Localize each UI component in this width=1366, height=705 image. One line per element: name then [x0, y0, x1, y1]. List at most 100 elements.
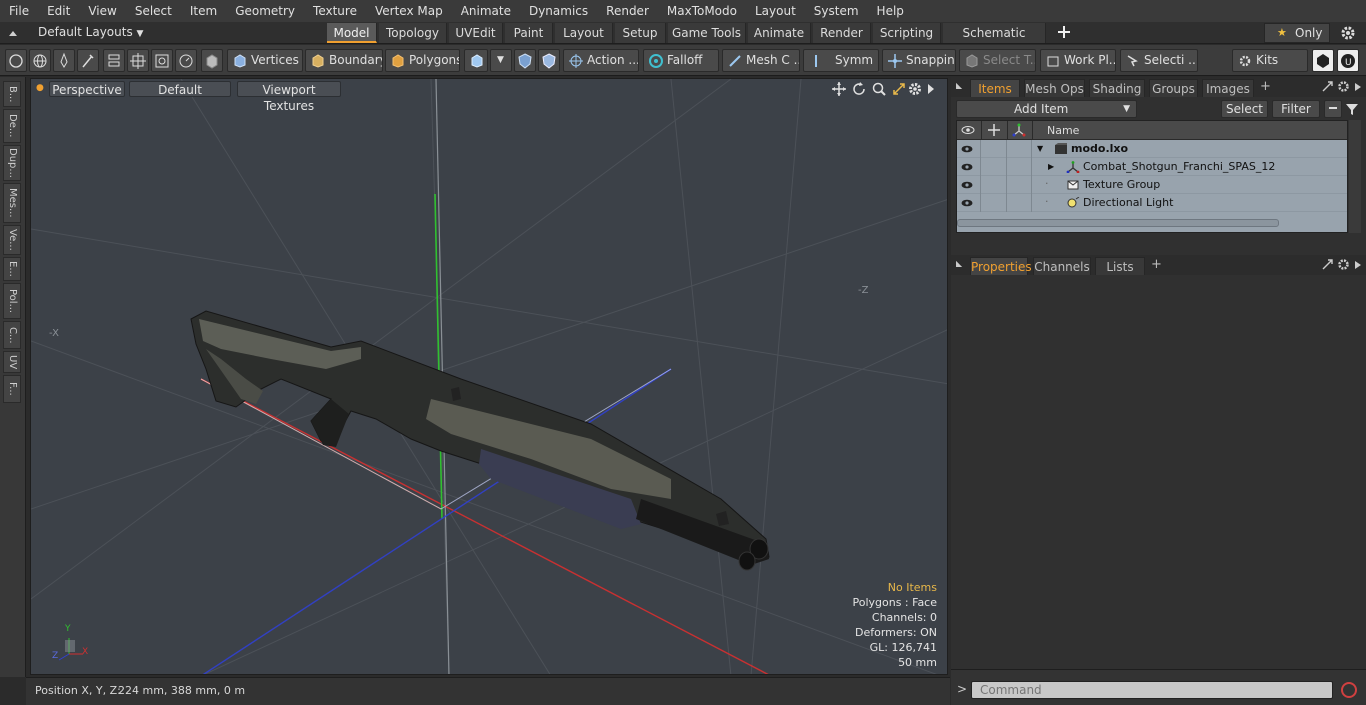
menu-render[interactable]: Render [597, 0, 658, 22]
left-tab-4[interactable]: Ve... [3, 225, 21, 255]
menu-view[interactable]: View [79, 0, 125, 22]
select-through-button[interactable]: Select T... [959, 49, 1036, 72]
3d-viewport[interactable]: -X -Z ● Perspective Default Viewport Tex… [30, 78, 948, 675]
items-tab-shading[interactable]: Shading [1089, 79, 1145, 97]
left-tab-1[interactable]: De... [3, 109, 21, 143]
horizontal-scrollbar[interactable] [957, 219, 1279, 227]
item-mode-icon[interactable] [201, 49, 223, 72]
unity-icon[interactable] [1312, 49, 1334, 72]
layout-tab-animate[interactable]: Animate [748, 23, 811, 43]
expand-arrow-icon[interactable]: ▶ [1048, 162, 1054, 171]
viewport-textures-button[interactable]: Viewport Textures [237, 81, 341, 113]
only-toggle[interactable]: ★ Only [1264, 23, 1330, 43]
items-tab-images[interactable]: Images [1202, 79, 1254, 97]
funnel-icon[interactable] [1345, 102, 1359, 116]
menu-edit[interactable]: Edit [38, 0, 79, 22]
menu-system[interactable]: System [805, 0, 868, 22]
left-tab-8[interactable]: UV [3, 351, 21, 373]
menu-maxtomodo[interactable]: MaxToModo [658, 0, 746, 22]
left-tab-2[interactable]: Dup... [3, 145, 21, 181]
layout-tab-layout[interactable]: Layout [555, 23, 613, 43]
properties-tab-channels[interactable]: Channels [1033, 257, 1091, 275]
locator-column-icon[interactable] [1012, 123, 1026, 137]
layout-tab-paint[interactable]: Paint [505, 23, 553, 43]
layout-expand-icon[interactable] [6, 26, 20, 40]
layout-tab-render[interactable]: Render [813, 23, 871, 43]
item-row[interactable]: ▼ modo.lxo [957, 140, 1347, 158]
properties-gear-icon[interactable] [1337, 258, 1350, 271]
mesh-constraint-button[interactable]: Mesh C ... [722, 49, 800, 72]
menu-texture[interactable]: Texture [304, 0, 366, 22]
menu-dynamics[interactable]: Dynamics [520, 0, 597, 22]
items-gear-icon[interactable] [1337, 80, 1350, 93]
properties-expand-arrow-icon[interactable] [1353, 259, 1363, 271]
items-tab-items[interactable]: Items [970, 79, 1020, 97]
menu-select[interactable]: Select [126, 0, 181, 22]
selection-sets-button[interactable]: Selecti ... [1120, 49, 1198, 72]
globe-icon[interactable] [29, 49, 51, 72]
mode-dropdown-button[interactable]: ▼ [490, 49, 512, 72]
add-properties-tab-icon[interactable]: + [1151, 257, 1162, 272]
pan-icon[interactable] [831, 81, 847, 97]
viewport-settings-gear-icon[interactable] [907, 81, 923, 97]
boundary-button[interactable]: Boundary [305, 49, 383, 72]
menu-file[interactable]: File [0, 0, 38, 22]
layout-tab-uvedit[interactable]: UVEdit [449, 23, 503, 43]
default-layouts-dropdown[interactable]: Default Layouts ▼ [38, 25, 143, 39]
properties-menu-icon[interactable]: ◣ [956, 259, 962, 268]
layout-tab-model[interactable]: Model [327, 23, 377, 43]
polygons-button[interactable]: Polygons [385, 49, 460, 72]
lock-column-icon[interactable] [987, 123, 1001, 137]
select-button[interactable]: Select [1221, 100, 1268, 118]
snapping-button[interactable]: Snapping [882, 49, 956, 72]
layout-tab-setup[interactable]: Setup [615, 23, 666, 43]
menu-animate[interactable]: Animate [452, 0, 520, 22]
record-macro-icon[interactable] [1339, 680, 1359, 700]
left-tab-5[interactable]: E... [3, 257, 21, 281]
falloff-button[interactable]: Falloff [643, 49, 719, 72]
left-tab-9[interactable]: F... [3, 375, 21, 403]
rotate-icon[interactable] [851, 81, 867, 97]
left-tab-6[interactable]: Pol... [3, 283, 21, 319]
items-tab-groups[interactable]: Groups [1149, 79, 1198, 97]
shield-icon[interactable] [538, 49, 560, 72]
layout-tab-scripting[interactable]: Scripting [873, 23, 941, 43]
panel-menu-icon[interactable]: ◣ [956, 81, 962, 90]
snap-element-icon[interactable] [151, 49, 173, 72]
properties-popout-icon[interactable] [1321, 258, 1334, 271]
add-item-dropdown[interactable]: Add Item ▼ [956, 100, 1137, 118]
items-tab-mesh-ops[interactable]: Mesh Ops [1024, 79, 1085, 97]
unreal-icon[interactable]: U [1337, 49, 1359, 72]
vertices-button[interactable]: Vertices [227, 49, 303, 72]
viewport-menu-dot-icon[interactable]: ● [36, 83, 44, 93]
add-items-tab-icon[interactable]: + [1260, 79, 1271, 94]
symmetry-button[interactable]: Symm ... [803, 49, 879, 72]
menu-help[interactable]: Help [868, 0, 913, 22]
material-mode-button[interactable] [464, 49, 488, 72]
item-row[interactable]: · Texture Group [957, 176, 1347, 194]
pen-tool-icon[interactable] [53, 49, 75, 72]
collapse-icon[interactable] [1324, 100, 1342, 118]
visibility-eye-icon[interactable] [957, 176, 981, 194]
layout-tab-schematic-fusion[interactable]: Schematic Fusion [943, 23, 1046, 60]
command-input[interactable] [971, 681, 1333, 699]
menu-item[interactable]: Item [181, 0, 226, 22]
viewport-expand-arrow-icon[interactable] [926, 82, 936, 96]
kits-button[interactable]: Kits [1232, 49, 1308, 72]
maximize-icon[interactable] [891, 81, 907, 97]
visibility-eye-icon[interactable] [957, 194, 981, 212]
gear-icon[interactable] [1340, 25, 1356, 41]
collapse-arrow-icon[interactable]: ▼ [1037, 144, 1043, 153]
visibility-eye-icon[interactable] [957, 140, 981, 158]
clock-icon[interactable] [175, 49, 197, 72]
visibility-eye-icon[interactable] [957, 158, 981, 176]
left-tab-3[interactable]: Mes... [3, 183, 21, 223]
layout-tab-game-tools[interactable]: Game Tools [668, 23, 746, 43]
action-center-button[interactable]: Action ... [563, 49, 639, 72]
item-row[interactable]: ▶ Combat_Shotgun_Franchi_SPAS_12 [957, 158, 1347, 176]
select-mode-auto-icon[interactable] [5, 49, 27, 72]
menu-layout[interactable]: Layout [746, 0, 805, 22]
symmetry-shield-icon[interactable] [514, 49, 536, 72]
vertical-scrollbar[interactable] [1349, 120, 1361, 233]
item-row[interactable]: · Directional Light [957, 194, 1347, 212]
